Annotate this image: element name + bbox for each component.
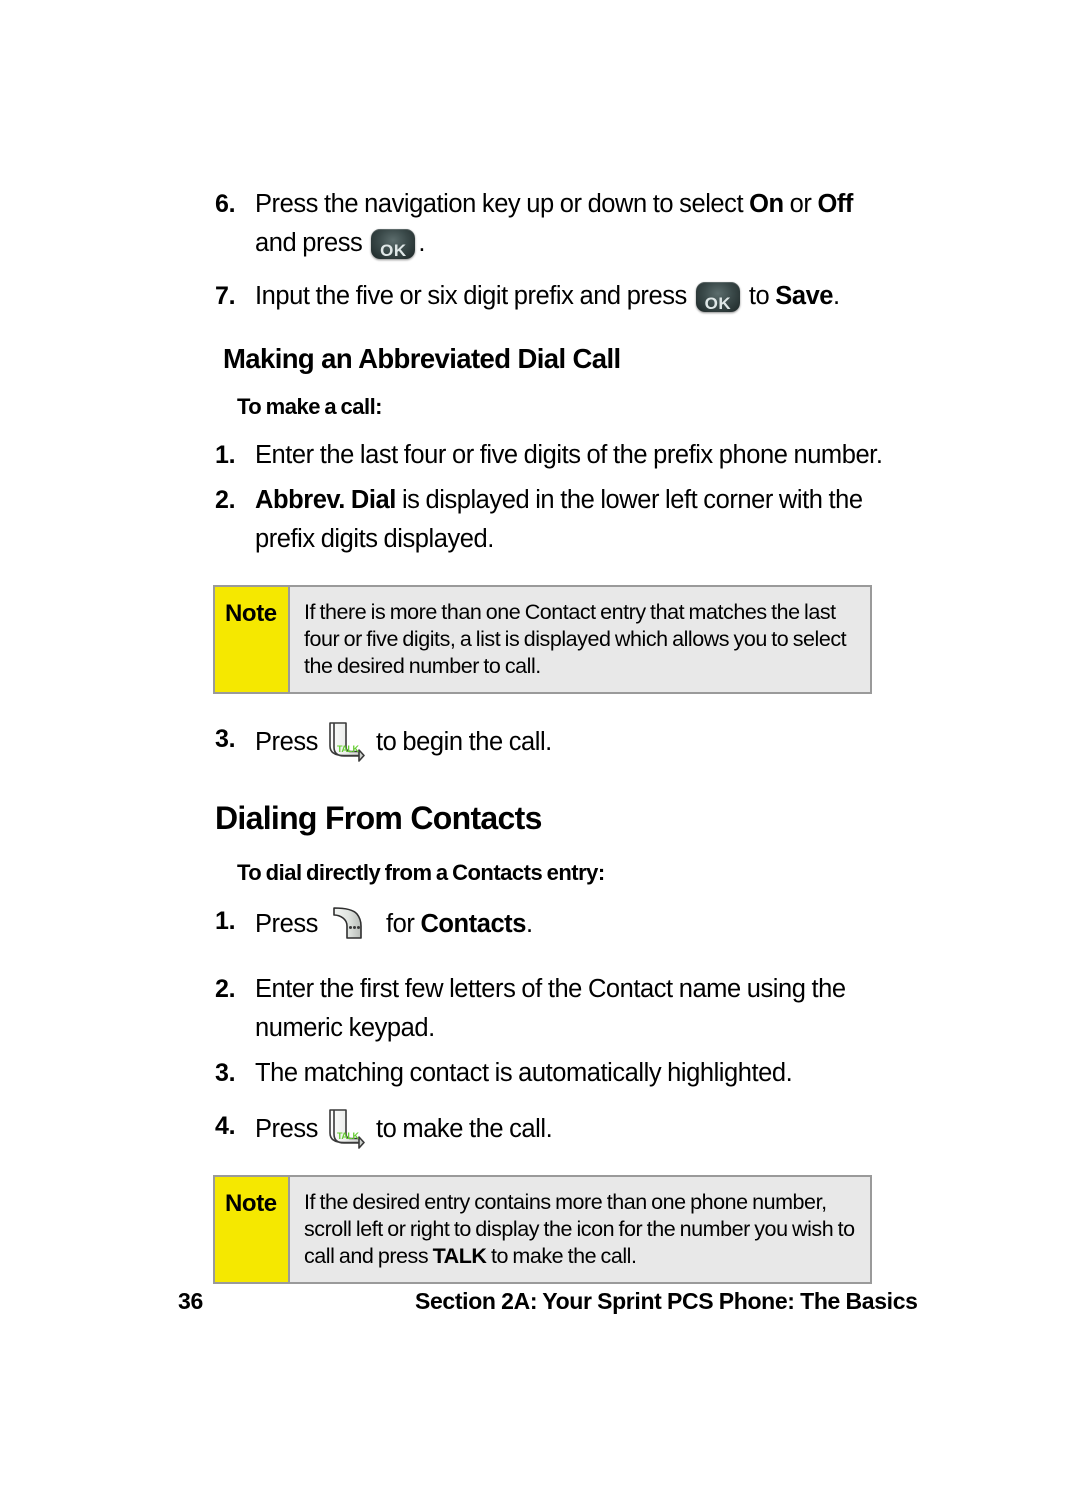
step-text-tail: . xyxy=(418,229,426,257)
step-text: Abbrev. Dial is displayed in the lower l… xyxy=(255,481,890,559)
subheading-to-make-a-call: To make a call: xyxy=(237,394,383,419)
note-label: Note xyxy=(215,587,290,692)
step-number: 3. xyxy=(215,725,236,753)
talk-key-label: TALK xyxy=(337,744,359,754)
list-item: 2. Enter the first few letters of the Co… xyxy=(215,970,890,1048)
ok-key-icon: OK xyxy=(695,282,740,313)
step-text: Press for Contacts. xyxy=(255,902,890,944)
page-number: 36 xyxy=(178,1288,203,1314)
list-item: 4. Press TALK to make the call. xyxy=(215,1107,890,1149)
step-text-mid: for xyxy=(379,910,421,938)
step-text-mid: or xyxy=(783,190,818,218)
note-box: Note If there is more than one Contact e… xyxy=(213,585,872,694)
step-text: The matching contact is automatically hi… xyxy=(255,1059,793,1087)
step-number: 6. xyxy=(215,190,236,218)
talk-key-icon: TALK xyxy=(328,1107,368,1149)
section-heading-abbreviated-dial: Making an Abbreviated Dial Call xyxy=(223,343,621,374)
step-text-pre: Press xyxy=(255,910,324,938)
step-text: Enter the first few letters of the Conta… xyxy=(255,975,846,1042)
step-text-bold-off: Off xyxy=(817,190,853,218)
list-item: 1. Enter the last four or five digits of… xyxy=(215,436,890,475)
page-footer: 36 Section 2A: Your Sprint PCS Phone: Th… xyxy=(0,1288,1080,1328)
step-text-mid: to xyxy=(742,282,776,310)
step-text-pre: Press xyxy=(255,1115,324,1143)
note-label: Note xyxy=(215,1177,290,1282)
step-text-pre: Press xyxy=(255,728,324,756)
manual-page: 6. Press the navigation key up or down t… xyxy=(0,0,1080,1496)
talk-key-icon: TALK xyxy=(328,720,368,762)
step-number: 1. xyxy=(215,907,236,935)
step-number: 1. xyxy=(215,441,236,469)
list-item: 2. Abbrev. Dial is displayed in the lowe… xyxy=(215,481,890,559)
list-item: 1. Press for Contacts. xyxy=(215,902,890,944)
step-number: 3. xyxy=(215,1059,236,1087)
step-text-bold-abbrev-dial: Abbrev. Dial xyxy=(255,486,396,514)
step-text-pre: Press the navigation key up or down to s… xyxy=(255,190,750,218)
note-text: If there is more than one Contact entry … xyxy=(304,600,847,678)
note-box: Note If the desired entry contains more … xyxy=(213,1175,872,1284)
section-heading-dialing-from-contacts: Dialing From Contacts xyxy=(215,800,542,836)
note-text-part2: to make the call. xyxy=(486,1244,637,1268)
note-text-bold-talk: TALK xyxy=(432,1244,487,1268)
ok-key-label: OK xyxy=(380,241,407,260)
talk-key-label: TALK xyxy=(337,1131,359,1141)
step-text-post: to begin the call. xyxy=(369,728,552,756)
subheading-to-dial-directly: To dial directly from a Contacts entry: xyxy=(237,860,605,885)
ok-key-label: OK xyxy=(704,294,732,313)
list-item: 3. The matching contact is automatically… xyxy=(215,1054,890,1093)
step-text: Press TALK to make the call. xyxy=(255,1107,890,1149)
list-item: 7. Input the five or six digit prefix an… xyxy=(215,277,890,316)
page-content: 6. Press the navigation key up or down t… xyxy=(213,185,890,1310)
step-text: Press the navigation key up or down to s… xyxy=(255,185,890,263)
step-text-post: to make the call. xyxy=(369,1115,553,1143)
step-text-bold-on: On xyxy=(749,190,784,218)
ok-key-icon: OK xyxy=(371,229,416,260)
step-number: 4. xyxy=(215,1112,236,1140)
step-text-bold-save: Save xyxy=(775,282,834,310)
step-text-tail: . xyxy=(833,282,840,310)
step-text-tail: . xyxy=(525,910,533,938)
step-text-post: and press xyxy=(255,229,369,257)
step-number: 7. xyxy=(215,282,236,310)
step-number: 2. xyxy=(215,975,236,1003)
list-item: 6. Press the navigation key up or down t… xyxy=(215,185,890,263)
step-text-bold-contacts: Contacts xyxy=(420,910,526,938)
step-text: Input the five or six digit prefix and p… xyxy=(255,277,890,316)
footer-section-title: Section 2A: Your Sprint PCS Phone: The B… xyxy=(415,1288,918,1314)
note-text: If the desired entry contains more than … xyxy=(290,1177,870,1282)
list-item: 3. Press TALK to begin the call. xyxy=(215,720,890,762)
step-text-pre: Input the five or six digit prefix and p… xyxy=(255,282,693,310)
contacts-key-icon xyxy=(330,902,376,944)
step-number: 2. xyxy=(215,486,236,514)
step-text: Press TALK to begin the call. xyxy=(255,720,890,762)
step-text: Enter the last four or five digits of th… xyxy=(255,441,883,469)
